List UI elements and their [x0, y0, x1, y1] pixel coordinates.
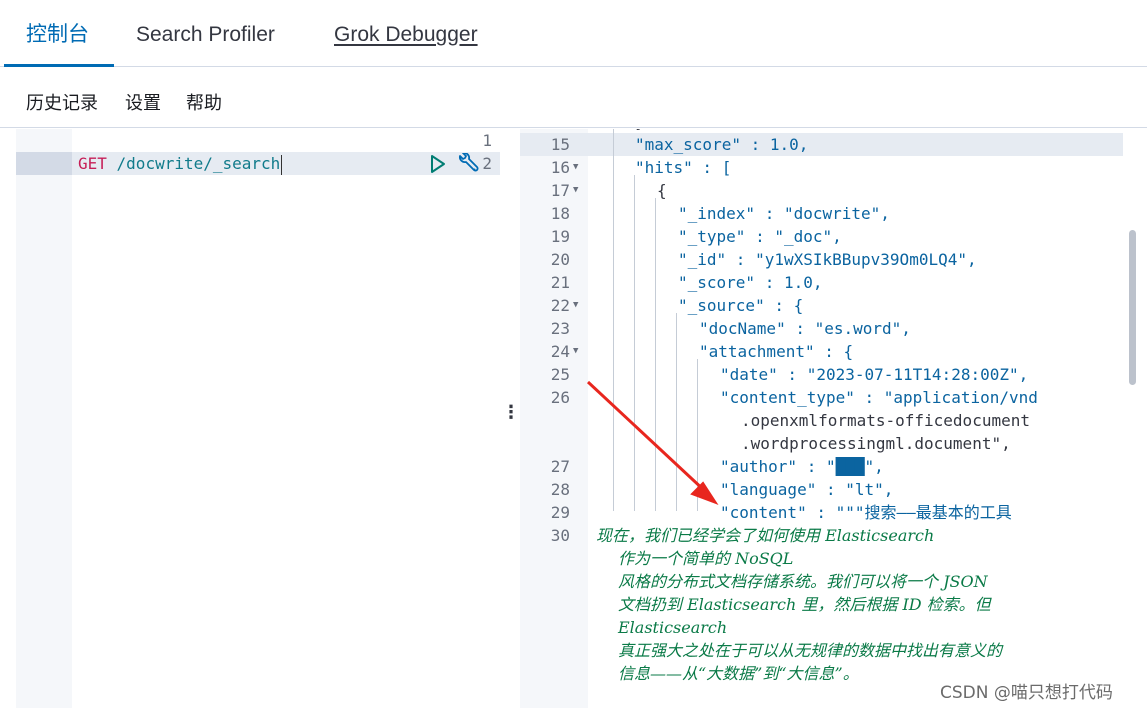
tab-grok-debugger[interactable]: Grok Debugger	[334, 20, 478, 50]
response-line: 29 "content" : """搜索——最基本的工具	[520, 501, 1130, 524]
line-number: 26	[550, 388, 570, 407]
code-text: "_source" : {	[678, 296, 804, 315]
code-text: "_score" : 1.0,	[678, 273, 823, 292]
fold-toggle-icon[interactable]: ▼	[573, 294, 578, 317]
code-text: 真正强大之处在于可以从无规律的数据中找出有意义的	[618, 641, 1003, 660]
code-text: "max_score" : 1.0,	[635, 135, 809, 154]
line-number: 17	[550, 181, 570, 200]
response-line: 25 "date" : "2023-07-11T14:28:00Z",	[520, 363, 1130, 386]
response-line: 21 "_score" : 1.0,	[520, 271, 1130, 294]
response-line: 24 ▼ "attachment" : {	[520, 340, 1130, 363]
code-text: "_type" : "_doc",	[678, 227, 842, 246]
line-number: 1	[482, 131, 492, 150]
code-text: "author" : "███",	[720, 457, 884, 476]
fold-toggle-icon[interactable]: ▼	[573, 179, 578, 202]
panel-resizer[interactable]: ⋮	[502, 400, 520, 424]
console-menu: 历史记录 设置 帮助	[0, 68, 1147, 128]
fold-toggle-icon[interactable]: ▼	[573, 340, 578, 363]
code-text: 作为一个简单的 NoSQL	[618, 549, 794, 568]
send-request-button[interactable]	[429, 154, 447, 174]
response-line: 18 "_index" : "docwrite",	[520, 202, 1130, 225]
response-output[interactable]: }, 15"max_score" : 1.0,16▼"hits" : [17▼{…	[520, 129, 1130, 708]
response-line: 26 "content_type" : "application/vnd	[520, 386, 1130, 409]
response-line: 23 "docName" : "es.word",	[520, 317, 1130, 340]
request-editor[interactable]: 1 2 GET /docwrite/_search	[16, 129, 500, 708]
tab-search-profiler[interactable]: Search Profiler	[136, 20, 275, 50]
response-line: .openxmlformats-officedocument	[520, 409, 1130, 432]
request-url: /docwrite/_search	[106, 154, 281, 173]
watermark: CSDN @喵只想打代码	[940, 683, 1113, 703]
http-method: GET	[78, 154, 107, 173]
line-number: 28	[550, 480, 570, 499]
response-line: 风格的分布式文档存储系统。我们可以将一个 JSON	[520, 570, 1130, 593]
line-number: 20	[550, 250, 570, 269]
vertical-scrollbar[interactable]	[1129, 230, 1136, 385]
request-options-button[interactable]	[456, 152, 480, 175]
response-line: 28 "language" : "lt",	[520, 478, 1130, 501]
code-text: "date" : "2023-07-11T14:28:00Z",	[720, 365, 1029, 384]
response-line: 16 ▼ "hits" : [	[520, 156, 1130, 179]
response-line: 30 现在，我们已经学会了如何使用 Elasticsearch	[520, 524, 1130, 547]
code-text: .wordprocessingml.document",	[741, 434, 1011, 453]
response-line: 27 "author" : "███",	[520, 455, 1130, 478]
code-text: "_index" : "docwrite",	[678, 204, 890, 223]
line-number: 23	[550, 319, 570, 338]
line-number: 22	[550, 296, 570, 315]
line-number: 29	[550, 503, 570, 522]
fold-toggle-icon[interactable]: ▼	[573, 156, 578, 179]
response-line: 19 "_type" : "_doc",	[520, 225, 1130, 248]
code-text: 现在，我们已经学会了如何使用 Elasticsearch	[596, 526, 935, 545]
response-line: Elasticsearch	[520, 616, 1130, 639]
top-tabs: 控制台 Search Profiler Grok Debugger	[0, 0, 1147, 67]
request-gutter	[16, 129, 72, 708]
code-text: "content" : """搜索——最基本的工具	[720, 503, 1012, 522]
line-number: 15	[550, 135, 570, 154]
menu-help[interactable]: 帮助	[186, 92, 222, 114]
text-cursor	[281, 154, 283, 175]
code-text: "attachment" : {	[699, 342, 854, 361]
line-number: 30	[550, 526, 570, 545]
line-number: 27	[550, 457, 570, 476]
code-text: 文档扔到 Elasticsearch 里，然后根据 ID 检索。但	[618, 595, 991, 614]
code-text: "hits" : [	[635, 158, 732, 177]
response-line: 20 "_id" : "y1wXSIkBBupv39Om0LQ4",	[520, 248, 1130, 271]
active-tab-indicator	[4, 64, 114, 67]
tab-console[interactable]: 控制台	[26, 20, 89, 50]
response-line: 文档扔到 Elasticsearch 里，然后根据 ID 检索。但	[520, 593, 1130, 616]
request-line[interactable]: GET /docwrite/_search	[78, 153, 283, 175]
code-text: .openxmlformats-officedocument	[741, 411, 1030, 430]
response-line: .wordprocessingml.document",	[520, 432, 1130, 455]
line-number: 18	[550, 204, 570, 223]
line-number: 25	[550, 365, 570, 384]
menu-settings[interactable]: 设置	[125, 92, 161, 114]
response-line: 15 "max_score" : 1.0,	[520, 133, 1130, 156]
response-line: 作为一个简单的 NoSQL	[520, 547, 1130, 570]
code-text: "_id" : "y1wXSIkBBupv39Om0LQ4",	[678, 250, 977, 269]
play-icon	[431, 155, 445, 173]
code-text: "language" : "lt",	[720, 480, 894, 499]
menu-history[interactable]: 历史记录	[26, 92, 98, 114]
code-text: "docName" : "es.word",	[699, 319, 911, 338]
code-text: 信息——从“大数据”到“大信息”。	[618, 664, 859, 683]
wrench-icon	[459, 152, 479, 172]
code-text: "content_type" : "application/vnd	[720, 388, 1038, 407]
code-text: Elasticsearch	[618, 618, 728, 637]
response-line: 17 ▼ {	[520, 179, 1130, 202]
response-line: 真正强大之处在于可以从无规律的数据中找出有意义的	[520, 639, 1130, 662]
line-number: 21	[550, 273, 570, 292]
line-number: 19	[550, 227, 570, 246]
line-number: 16	[550, 158, 570, 177]
response-line: 22 ▼ "_source" : {	[520, 294, 1130, 317]
code-text: {	[657, 181, 667, 200]
kibana-dev-tools: 控制台 Search Profiler Grok Debugger 历史记录 设…	[0, 0, 1147, 708]
line-number: 24	[550, 342, 570, 361]
code-text: 风格的分布式文档存储系统。我们可以将一个 JSON	[618, 572, 988, 591]
active-gutter-highlight	[16, 152, 72, 175]
